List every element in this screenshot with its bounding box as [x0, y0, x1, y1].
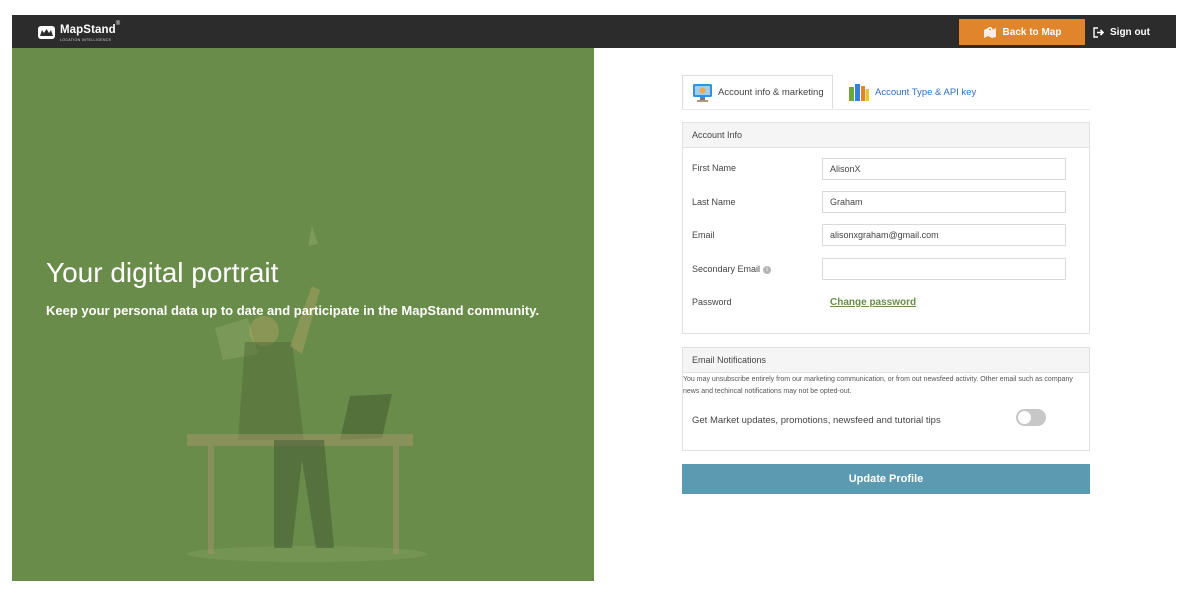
logo-badge-icon	[38, 25, 55, 39]
last-name-input[interactable]	[822, 191, 1066, 213]
tab-account-info[interactable]: Account info & marketing	[682, 75, 833, 109]
first-name-label: First Name	[692, 163, 737, 173]
info-icon[interactable]: i	[763, 265, 772, 274]
password-label: Password	[692, 297, 732, 307]
secondary-email-input[interactable]	[822, 258, 1066, 280]
first-name-input[interactable]	[822, 158, 1066, 180]
sign-out-icon	[1093, 26, 1105, 38]
hero-title: Your digital portrait	[46, 257, 279, 288]
hero-panel: Your digital portrait Keep your personal…	[12, 48, 594, 581]
marketing-toggle[interactable]	[1016, 409, 1046, 426]
tab-account-info-label: Account info & marketing	[718, 86, 824, 98]
change-password-link[interactable]: Change password	[830, 297, 916, 308]
marketing-option-label: Get Market updates, promotions, newsfeed…	[692, 415, 941, 426]
account-info-panel: Account Info First Name Last Name Email …	[682, 122, 1090, 334]
back-to-map-button[interactable]: Back to Map	[959, 19, 1085, 45]
profile-tabs: Account info & marketing Account Type & …	[682, 75, 1090, 110]
notifications-description: You may unsubscribe entirely from our ma…	[683, 376, 1073, 395]
update-profile-button[interactable]: Update Profile	[682, 464, 1090, 494]
monitor-icon	[693, 83, 712, 102]
tab-account-type[interactable]: Account Type & API key	[848, 75, 976, 109]
sign-out-label: Sign out	[1110, 26, 1150, 38]
toggle-knob	[1018, 411, 1031, 424]
mapstand-logo[interactable]: MapStand® LOCATION INTELLIGENCE	[38, 21, 120, 43]
back-to-map-label: Back to Map	[1002, 26, 1062, 38]
tab-account-type-label: Account Type & API key	[875, 86, 977, 98]
email-input[interactable]	[822, 224, 1066, 246]
last-name-label: Last Name	[692, 197, 736, 207]
email-notifications-heading: Email Notifications	[683, 348, 1089, 373]
map-pin-icon	[983, 27, 996, 38]
sign-out-link[interactable]: Sign out	[1093, 19, 1150, 45]
books-icon	[849, 83, 869, 101]
top-navbar: MapStand® LOCATION INTELLIGENCE Back to …	[12, 15, 1176, 48]
hero-subtitle: Keep your personal data up to date and p…	[46, 303, 540, 318]
secondary-email-label-row: Secondary Email i	[692, 264, 772, 274]
secondary-email-label: Secondary Email	[692, 264, 761, 274]
email-label: Email	[692, 230, 715, 240]
logo-name: MapStand	[60, 24, 116, 37]
email-notifications-panel: Email Notifications You may unsubscribe …	[682, 347, 1090, 451]
account-info-heading: Account Info	[683, 123, 1089, 148]
logo-tagline: LOCATION INTELLIGENCE	[60, 38, 112, 43]
logo-trademark: ®	[115, 21, 121, 28]
